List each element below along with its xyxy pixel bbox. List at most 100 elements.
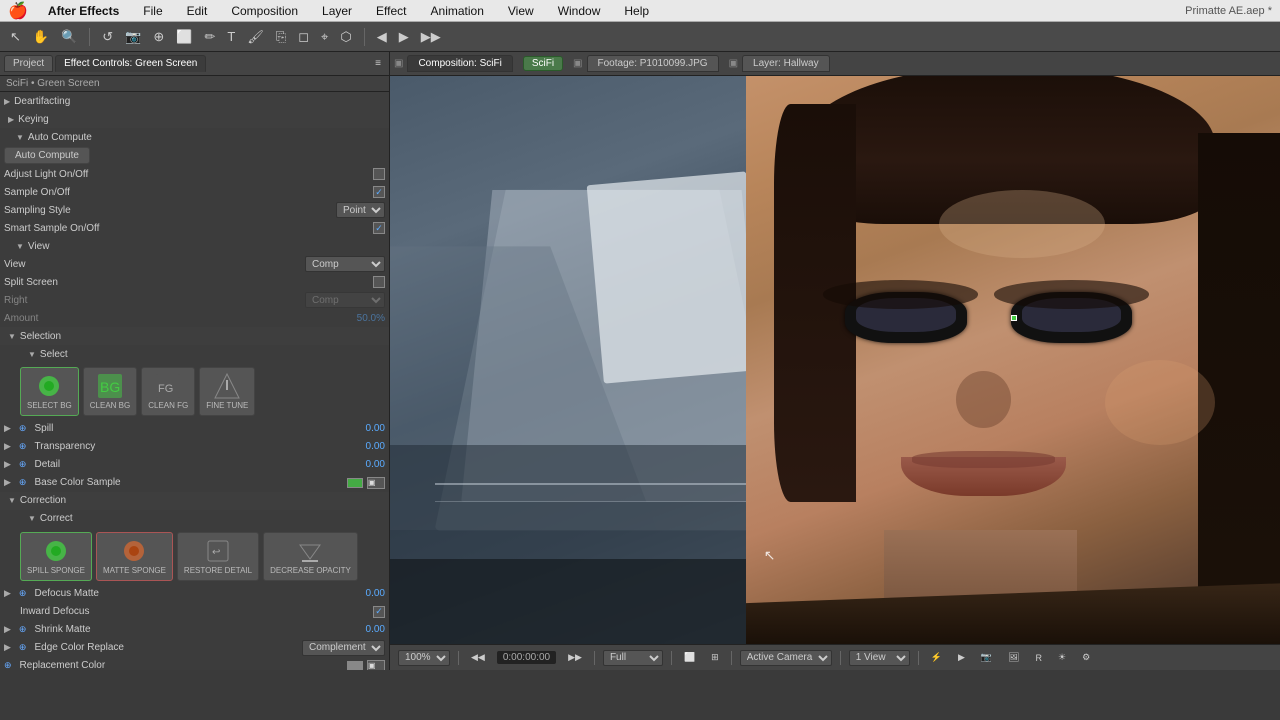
adjust-light-row: Adjust Light On/Off [0,165,389,183]
clean-fg-icon: FG [154,372,182,400]
comp-tab-label[interactable]: Composition: SciFi [407,55,512,72]
render-preview-btn[interactable]: ▶ [954,650,969,665]
shrink-matte-label: Shrink Matte [34,624,361,635]
svg-text:FG: FG [158,383,173,395]
color-sample-row: ▶ ⊕ Base Color Sample ▣ [0,474,389,492]
section-keying[interactable]: ▶ Keying [0,110,389,128]
camera-select[interactable]: Active Camera [740,650,832,666]
spill-label: Spill [34,423,361,434]
comp-view[interactable]: ↖ [390,76,1280,644]
menu-window[interactable]: Window [554,4,605,18]
replacement-color-edit[interactable]: ▣ [367,660,385,670]
comp-sub-tab[interactable]: SciFi [523,56,563,71]
auto-compute-button[interactable]: Auto Compute [4,147,90,164]
tool-clone[interactable]: ⎘ [272,27,290,47]
menu-help[interactable]: Help [620,4,653,18]
fast-preview-btn[interactable]: ⚡ [927,650,946,665]
clean-bg-btn[interactable]: BG CLEAN BG [83,367,137,416]
menu-layer[interactable]: Layer [318,4,356,18]
tool-move[interactable]: ⊕ [149,27,168,47]
tool-zoom[interactable]: 🔍 [57,27,81,47]
tool-rotate[interactable]: ↺ [98,27,117,47]
defocus-matte-value: 0.00 [366,588,385,599]
fine-tune-btn[interactable]: FINE TUNE [199,367,255,416]
color-correction-btn[interactable]: ⚙ [1078,650,1094,665]
right-row: Right Comp [0,291,389,309]
tool-text[interactable]: T [223,27,239,46]
smart-sample-check[interactable]: ✓ [373,222,385,234]
select-subsection[interactable]: ▼ Select [0,345,389,363]
tool-hand[interactable]: ✋ [29,27,53,47]
menu-animation[interactable]: Animation [427,4,488,18]
tool-camera[interactable]: 📷 [121,27,145,47]
app-name: After Effects [44,4,123,18]
menu-effect[interactable]: Effect [372,4,410,18]
amount-row: Amount 50.0% [0,309,389,327]
quality-select[interactable]: Full Half Quarter [603,650,663,666]
show-snapshot-btn[interactable]: 🖼 [1004,650,1023,665]
transparency-grid-btn[interactable]: ⊞ [707,650,723,665]
tab-comp-viewer[interactable]: ▣ Composition: SciFi [394,55,513,72]
panel-menu-btn[interactable]: ≡ [371,56,385,71]
menu-file[interactable]: File [139,4,166,18]
menubar: 🍎 After Effects File Edit Composition La… [0,0,1280,22]
footage-tab-label[interactable]: Footage: P1010099.JPG [587,55,719,72]
tool-pen[interactable]: ✏ [200,27,219,47]
view-count-select[interactable]: 1 View 2 Views [849,650,910,666]
color-swatch-edit[interactable]: ▣ [367,477,385,489]
tool-puppet[interactable]: ⬡ [336,27,355,47]
section-selection[interactable]: ▼ Selection [0,327,389,345]
selection-label: Selection [20,331,61,342]
amount-value: 50.0% [357,313,385,324]
apple-menu[interactable]: 🍎 [8,1,28,21]
detail-row: ▶ ⊕ Detail 0.00 [0,456,389,474]
prev-frame-btn[interactable]: ◀◀ [467,650,489,665]
edge-color-replace-label: Edge Color Replace [34,642,298,653]
replacement-color-swatch [347,661,363,670]
layer-tab-label[interactable]: Layer: Hallway [742,55,830,72]
tool-brush[interactable]: 🖌 [243,27,268,47]
snapshot-btn[interactable]: 📷 [977,650,996,665]
view-section[interactable]: ▼ View [0,237,389,255]
tool-play[interactable]: ▶ [395,27,413,47]
region-of-interest-btn[interactable]: ⬜ [680,650,699,665]
view-select[interactable]: Comp Alpha [305,256,385,272]
section-correction[interactable]: ▼ Correction [0,492,389,510]
tab-project[interactable]: Project [4,55,53,72]
spill-sponge-label: SPILL SPONGE [27,567,85,576]
tool-play-back[interactable]: ◀ [373,27,391,47]
smart-sample-row: Smart Sample On/Off ✓ [0,219,389,237]
tool-play-forward[interactable]: ▶▶ [417,27,445,47]
restore-detail-btn[interactable]: ↩ RESTORE DETAIL [177,532,259,581]
tool-select[interactable]: ↖ [6,27,25,47]
section-deartifacting[interactable]: ▶ Deartifacting [0,92,389,110]
tool-mask[interactable]: ⬜ [172,27,196,47]
spill-sponge-btn[interactable]: SPILL SPONGE [20,532,92,581]
menu-view[interactable]: View [504,4,538,18]
next-frame-btn[interactable]: ▶▶ [564,650,586,665]
clean-fg-btn[interactable]: FG CLEAN FG [141,367,195,416]
select-bg-btn[interactable]: SELECT BG [20,367,79,416]
matte-sponge-btn[interactable]: MATTE SPONGE [96,532,173,581]
menu-edit[interactable]: Edit [183,4,212,18]
tool-roto[interactable]: ⌖ [317,27,332,47]
tool-eraser[interactable]: ◻ [294,27,313,47]
decrease-opacity-btn[interactable]: DECREASE OPACITY [263,532,358,581]
sampling-style-select[interactable]: Point Area [336,202,385,218]
auto-compute-section[interactable]: ▼ Auto Compute [0,128,389,146]
exposure-btn[interactable]: ☀ [1054,650,1070,665]
inward-defocus-check[interactable]: ✓ [373,606,385,618]
zoom-select[interactable]: 100% 50% 200% [398,650,450,666]
status-sep3 [671,651,672,665]
shrink-matte-row: ▶ ⊕ Shrink Matte 0.00 [0,621,389,639]
tab-effect-controls[interactable]: Effect Controls: Green Screen [55,55,206,72]
sample-onoff-check[interactable]: ✓ [373,186,385,198]
auto-compute-label: Auto Compute [28,132,92,143]
menu-composition[interactable]: Composition [227,4,302,18]
edge-color-replace-select[interactable]: Complement None [302,640,385,656]
split-screen-check[interactable] [373,276,385,288]
adjust-light-check[interactable] [373,168,385,180]
effect-content[interactable]: ▶ Deartifacting ▶ Keying ▼ Auto Compute … [0,92,389,670]
show-channel-btn[interactable]: R [1032,651,1047,665]
correct-subsection[interactable]: ▼ Correct [0,510,389,528]
